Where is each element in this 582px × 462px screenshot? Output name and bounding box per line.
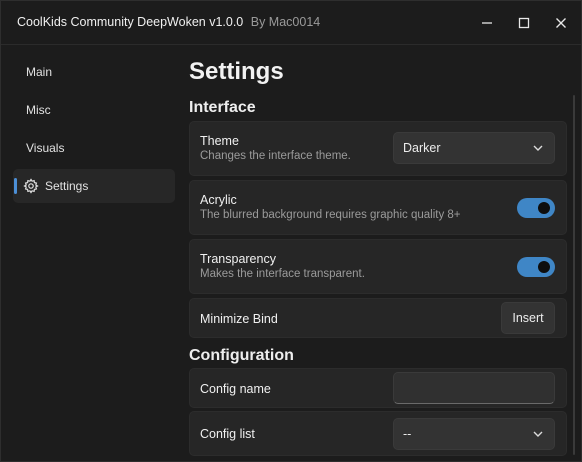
maximize-icon — [518, 17, 530, 29]
toggle-knob — [538, 202, 550, 214]
minimize-icon — [482, 22, 492, 24]
sidebar: Main Misc Visuals Settings — [13, 55, 175, 207]
title-bar[interactable]: CoolKids Community DeepWoken v1.0.0 By M… — [1, 1, 581, 45]
config-list-dropdown-value: -- — [403, 427, 412, 441]
active-indicator — [14, 178, 17, 194]
close-button[interactable] — [549, 11, 573, 35]
minimize-bind-button[interactable]: Insert — [501, 302, 555, 334]
close-icon — [556, 18, 566, 28]
config-list-label: Config list — [200, 427, 255, 441]
sidebar-item-label: Visuals — [26, 141, 65, 155]
window-title: CoolKids Community DeepWoken v1.0.0 By M… — [17, 15, 320, 29]
transparency-label: Transparency — [200, 252, 276, 266]
section-interface-heading: Interface — [189, 99, 256, 116]
minimize-bind-label: Minimize Bind — [200, 312, 278, 326]
sidebar-item-label: Settings — [45, 179, 89, 193]
chevron-down-icon — [533, 145, 543, 151]
app-title: CoolKids Community DeepWoken v1.0.0 — [17, 15, 244, 29]
acrylic-toggle[interactable] — [517, 198, 555, 218]
app-window: CoolKids Community DeepWoken v1.0.0 By M… — [0, 0, 582, 462]
acrylic-label: Acrylic — [200, 193, 237, 207]
minimize-button[interactable] — [475, 11, 499, 35]
section-configuration-heading: Configuration — [189, 347, 294, 364]
sidebar-item-settings[interactable]: Settings — [13, 169, 175, 203]
theme-description: Changes the interface theme. — [200, 150, 351, 162]
config-name-input[interactable] — [393, 372, 555, 404]
theme-label: Theme — [200, 134, 239, 148]
page-title: Settings — [189, 58, 284, 85]
acrylic-description: The blurred background requires graphic … — [200, 209, 461, 221]
acrylic-setting: Acrylic The blurred background requires … — [189, 180, 567, 235]
theme-dropdown-value: Darker — [403, 141, 441, 155]
config-name-label: Config name — [200, 382, 271, 396]
minimize-bind-setting: Minimize Bind Insert — [189, 298, 567, 338]
chevron-down-icon — [533, 431, 543, 437]
gear-icon — [23, 178, 39, 194]
sidebar-item-label: Misc — [26, 103, 51, 117]
theme-setting: Theme Changes the interface theme. Darke… — [189, 121, 567, 176]
transparency-description: Makes the interface transparent. — [200, 268, 365, 280]
transparency-setting: Transparency Makes the interface transpa… — [189, 239, 567, 294]
config-list-setting: Config list -- — [189, 411, 567, 456]
scrollbar[interactable] — [573, 95, 575, 455]
transparency-toggle[interactable] — [517, 257, 555, 277]
sidebar-item-visuals[interactable]: Visuals — [13, 131, 175, 165]
maximize-button[interactable] — [512, 11, 536, 35]
theme-dropdown[interactable]: Darker — [393, 132, 555, 164]
config-list-dropdown[interactable]: -- — [393, 418, 555, 450]
config-name-setting: Config name — [189, 368, 567, 408]
sidebar-item-misc[interactable]: Misc — [13, 93, 175, 127]
sidebar-item-label: Main — [26, 65, 53, 79]
toggle-knob — [538, 261, 550, 273]
app-author: By Mac0014 — [250, 15, 321, 29]
sidebar-item-main[interactable]: Main — [13, 55, 175, 89]
